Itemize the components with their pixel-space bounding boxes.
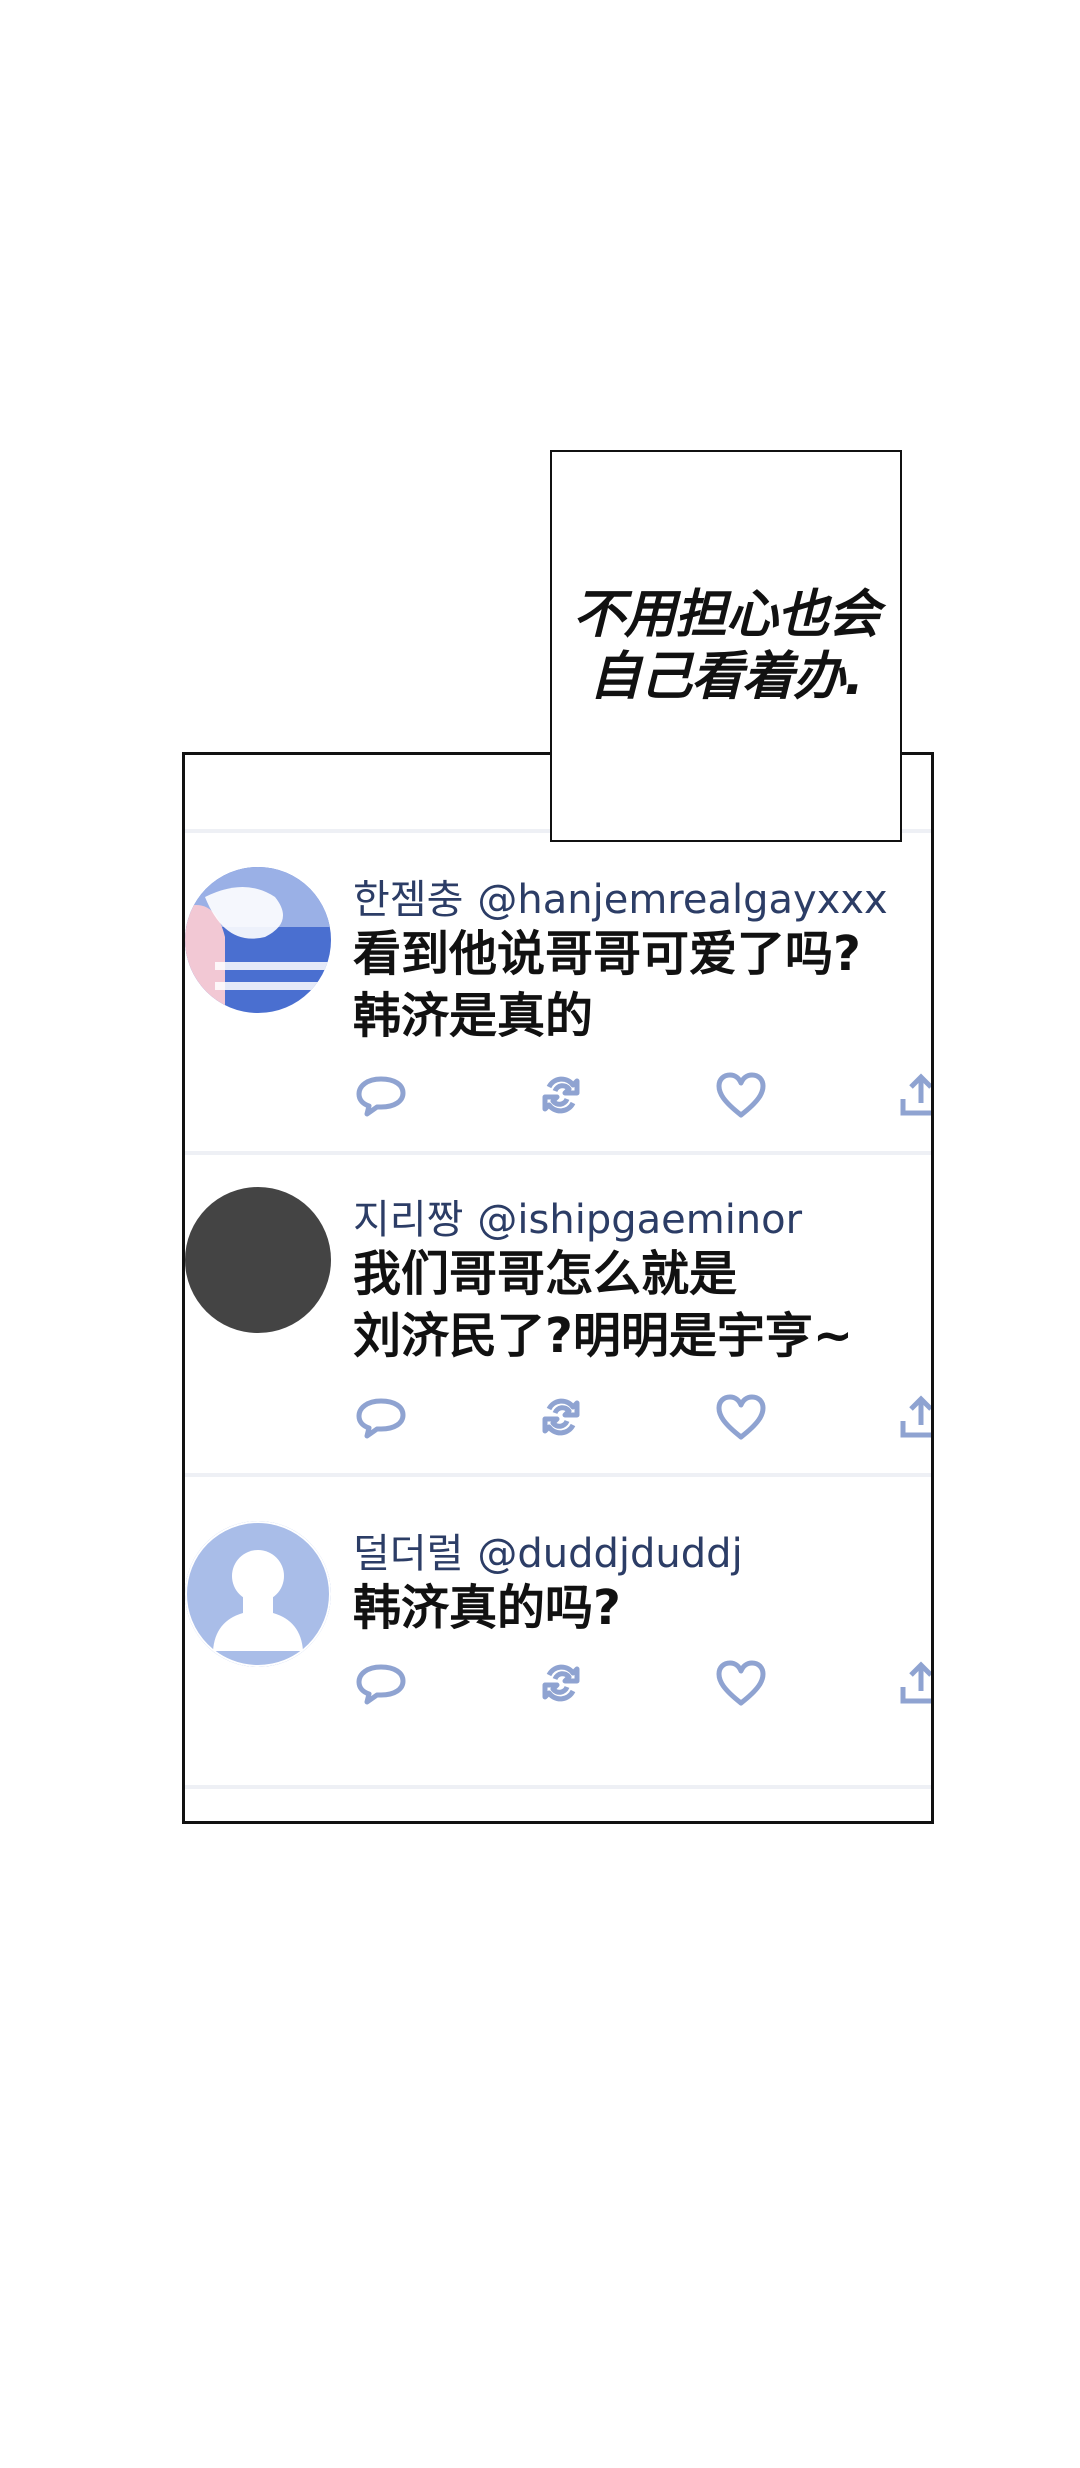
handle[interactable]: @duddjduddj — [477, 1531, 742, 1577]
reply-icon[interactable] — [353, 1067, 409, 1123]
display-name: 한젬충 — [353, 877, 464, 923]
handle[interactable]: @hanjemrealgayxxx — [477, 877, 887, 923]
author-line: 덜더럴 @duddjduddj — [353, 1521, 743, 1579]
like-icon[interactable] — [713, 1389, 769, 1445]
retweet-icon[interactable] — [533, 1389, 589, 1445]
like-icon[interactable] — [713, 1067, 769, 1123]
display-name: 덜더럴 — [353, 1531, 464, 1577]
handle[interactable]: @ishipgaeminor — [477, 1197, 802, 1243]
author-line: 한젬충 @hanjemrealgayxxx — [353, 867, 888, 925]
share-icon[interactable] — [893, 1067, 931, 1123]
narration-caption: 不用担心也会 自己看着办. — [550, 450, 902, 842]
avatar[interactable] — [185, 1187, 331, 1333]
like-icon[interactable] — [713, 1655, 769, 1711]
author-line: 지리짱 @ishipgaeminor — [353, 1187, 802, 1245]
reply-icon[interactable] — [353, 1655, 409, 1711]
divider — [185, 1151, 931, 1155]
retweet-icon[interactable] — [533, 1067, 589, 1123]
avatar[interactable] — [185, 867, 331, 1013]
divider — [185, 1785, 931, 1789]
action-bar — [353, 1067, 931, 1127]
tweet-2[interactable]: 지리짱 @ishipgaeminor 我们哥哥怎么就是 刘济民了?明明是宇亨~ — [185, 1157, 931, 1477]
divider — [185, 1473, 931, 1477]
tweet-text: 看到他说哥哥可爱了吗? 韩济是真的 — [353, 926, 861, 1044]
avatar[interactable] — [185, 1521, 331, 1667]
reply-icon[interactable] — [353, 1389, 409, 1445]
tweet-1[interactable]: 한젬충 @hanjemrealgayxxx 看到他说哥哥可爱了吗? 韩济是真的 — [185, 837, 931, 1157]
action-bar — [353, 1655, 931, 1715]
tweet-3[interactable]: 덜더럴 @duddjduddj 韩济真的吗? — [185, 1491, 931, 1811]
display-name: 지리짱 — [353, 1197, 464, 1243]
share-icon[interactable] — [893, 1389, 931, 1445]
tweet-text: 我们哥哥怎么就是 刘济民了?明明是宇亨~ — [353, 1246, 854, 1364]
tweet-panel: 한젬충 @hanjemrealgayxxx 看到他说哥哥可爱了吗? 韩济是真的 지… — [182, 752, 934, 1824]
retweet-icon[interactable] — [533, 1655, 589, 1711]
tweet-text: 韩济真的吗? — [353, 1580, 621, 1636]
share-icon[interactable] — [893, 1655, 931, 1711]
caption-text: 不用担心也会 自己看着办. — [572, 585, 880, 707]
action-bar — [353, 1389, 931, 1449]
